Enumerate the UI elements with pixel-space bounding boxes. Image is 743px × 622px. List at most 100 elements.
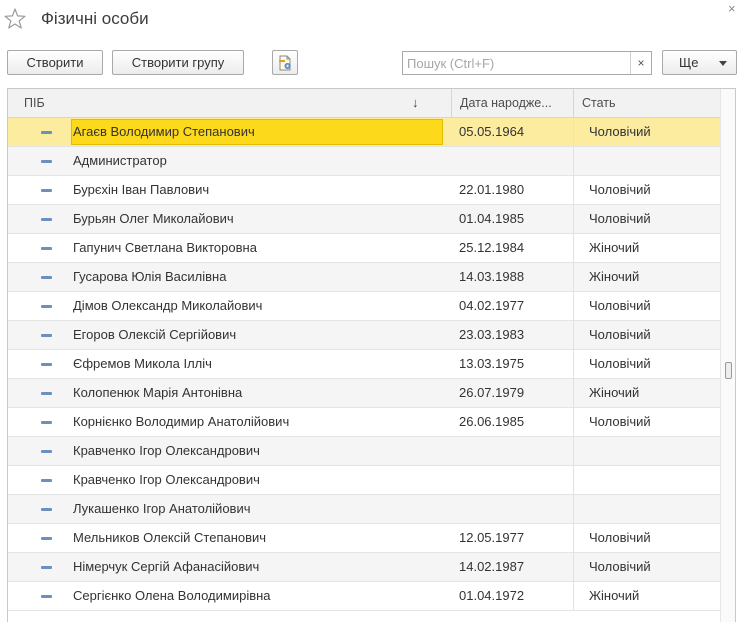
table-row[interactable]: Бурєхін Іван Павлович 22.01.1980 Чоловічий (8, 176, 720, 205)
cell-birth-date[interactable]: 05.05.1964 (459, 118, 524, 146)
cell-sex[interactable]: Чоловічий (589, 176, 651, 204)
vertical-scrollbar[interactable] (720, 89, 735, 622)
cell-name[interactable]: Лукашенко Ігор Анатолійович (71, 497, 443, 521)
table-row[interactable]: Администратор (8, 147, 720, 176)
cell-birth-date[interactable]: 14.02.1987 (459, 553, 524, 581)
table-row[interactable]: Агаєв Володимир Степанович 05.05.1964 Чоло… (8, 118, 720, 147)
cell-name[interactable]: Кравченко Ігор Олександрович (71, 439, 443, 463)
cell-sex[interactable]: Жіночий (589, 234, 639, 262)
cell-birth-date[interactable]: 25.12.1984 (459, 234, 524, 262)
column-divider (573, 176, 574, 204)
more-button[interactable]: Ще (662, 50, 737, 75)
cell-sex[interactable]: Жіночий (589, 263, 639, 291)
close-icon[interactable]: × (728, 2, 736, 16)
cell-birth-date[interactable]: 23.03.1983 (459, 321, 524, 349)
cell-birth-date[interactable]: 12.05.1977 (459, 524, 524, 552)
cell-birth-date[interactable]: 01.04.1985 (459, 205, 524, 233)
cell-name[interactable]: Німерчук Сергій Афанасійович (71, 555, 443, 579)
settings-button[interactable] (272, 50, 298, 75)
table-body: Агаєв Володимир Степанович 05.05.1964 Чоло… (8, 118, 720, 611)
cell-name[interactable]: Егоров Олексій Сергійович (71, 323, 443, 347)
cell-name[interactable]: Колопенюк Марія Антонівна (71, 381, 443, 405)
cell-name[interactable]: Єфремов Микола Ілліч (71, 352, 443, 376)
table-row[interactable]: Егоров Олексій Сергійович 23.03.1983 Чолов… (8, 321, 720, 350)
cell-name[interactable]: Сергієнко Олена Володимирівна (71, 584, 443, 608)
column-divider (573, 321, 574, 349)
table-header: ПІБ ↓ Дата народже... Стать (8, 89, 720, 118)
cell-sex[interactable]: Чоловічий (589, 292, 651, 320)
item-icon (41, 189, 52, 192)
search-box: × (402, 51, 652, 75)
cell-birth-date[interactable]: 26.07.1979 (459, 379, 524, 407)
chevron-down-icon (719, 61, 727, 66)
item-icon (41, 595, 52, 598)
column-header-name[interactable]: ПІБ (16, 89, 444, 117)
column-header-name-label: ПІБ (24, 96, 45, 110)
cell-sex[interactable]: Жіночий (589, 582, 639, 610)
table-row[interactable]: Єфремов Микола Ілліч 13.03.1975 Чоловічий (8, 350, 720, 379)
item-icon (41, 160, 52, 163)
cell-birth-date[interactable]: 01.04.1972 (459, 582, 524, 610)
cell-birth-date[interactable]: 26.06.1985 (459, 408, 524, 436)
cell-birth-date[interactable]: 04.02.1977 (459, 292, 524, 320)
cell-sex[interactable]: Чоловічий (589, 524, 651, 552)
column-header-birth-date[interactable]: Дата народже... (451, 89, 573, 117)
item-icon (41, 566, 52, 569)
item-icon (41, 131, 52, 134)
cell-name[interactable]: Администратор (71, 149, 443, 173)
cell-name[interactable]: Бурьян Олег Миколайович (71, 207, 443, 231)
column-divider (573, 205, 574, 233)
item-icon (41, 392, 52, 395)
cell-name[interactable]: Гапунич Светлана Викторовна (71, 236, 443, 260)
star-icon[interactable] (3, 7, 27, 31)
cell-sex[interactable]: Чоловічий (589, 350, 651, 378)
cell-birth-date[interactable]: 14.03.1988 (459, 263, 524, 291)
create-group-button[interactable]: Створити групу (112, 50, 244, 75)
table-row[interactable]: Колопенюк Марія Антонівна 26.07.1979 Жіноч… (8, 379, 720, 408)
column-divider (573, 466, 574, 494)
table-row[interactable]: Мельников Олексій Степанович 12.05.1977 Чо… (8, 524, 720, 553)
column-divider (573, 350, 574, 378)
table-row[interactable]: Гусарова Юлія Василівна 14.03.1988 Жіночий (8, 263, 720, 292)
cell-name[interactable]: Мельников Олексій Степанович (71, 526, 443, 550)
page-title: Фізичні особи (41, 9, 149, 28)
table-row[interactable]: Корнієнко Володимир Анатолійович 26.06.19… (8, 408, 720, 437)
table-row[interactable]: Кравченко Ігор Олександрович (8, 466, 720, 495)
item-icon (41, 363, 52, 366)
cell-name[interactable]: Агаєв Володимир Степанович (71, 119, 443, 145)
table-row[interactable]: Сергієнко Олена Володимирівна 01.04.1972 Ж… (8, 582, 720, 611)
cell-name[interactable]: Дімов Олександр Миколайович (71, 294, 443, 318)
table-row[interactable]: Гапунич Светлана Викторовна 25.12.1984 Жін… (8, 234, 720, 263)
column-header-sex[interactable]: Стать (573, 89, 720, 117)
column-divider (573, 553, 574, 581)
clear-search-icon[interactable]: × (630, 52, 651, 74)
cell-birth-date[interactable]: 22.01.1980 (459, 176, 524, 204)
item-icon (41, 247, 52, 250)
column-divider (573, 292, 574, 320)
cell-name[interactable]: Корнієнко Володимир Анатолійович (71, 410, 443, 434)
table-row[interactable]: Дімов Олександр Миколайович 04.02.1977 Чол… (8, 292, 720, 321)
table-row[interactable]: Німерчук Сергій Афанасійович 14.02.1987 Чо… (8, 553, 720, 582)
item-icon (41, 479, 52, 482)
table-row[interactable]: Лукашенко Ігор Анатолійович (8, 495, 720, 524)
sort-down-icon[interactable]: ↓ (412, 89, 419, 117)
scrollbar-thumb[interactable] (725, 362, 732, 379)
table-row[interactable]: Бурьян Олег Миколайович 01.04.1985 Чоловіч… (8, 205, 720, 234)
cell-name[interactable]: Кравченко Ігор Олександрович (71, 468, 443, 492)
column-divider (573, 408, 574, 436)
create-button[interactable]: Створити (7, 50, 103, 75)
cell-sex[interactable]: Чоловічий (589, 553, 651, 581)
search-input[interactable] (403, 52, 629, 74)
cell-sex[interactable]: Чоловічий (589, 321, 651, 349)
document-settings-icon (279, 55, 291, 71)
cell-sex[interactable]: Чоловічий (589, 118, 651, 146)
cell-birth-date[interactable]: 13.03.1975 (459, 350, 524, 378)
cell-name[interactable]: Бурєхін Іван Павлович (71, 178, 443, 202)
cell-sex[interactable]: Чоловічий (589, 408, 651, 436)
cell-sex[interactable]: Жіночий (589, 379, 639, 407)
column-divider (573, 147, 574, 175)
table-row[interactable]: Кравченко Ігор Олександрович (8, 437, 720, 466)
item-icon (41, 508, 52, 511)
cell-sex[interactable]: Чоловічий (589, 205, 651, 233)
cell-name[interactable]: Гусарова Юлія Василівна (71, 265, 443, 289)
